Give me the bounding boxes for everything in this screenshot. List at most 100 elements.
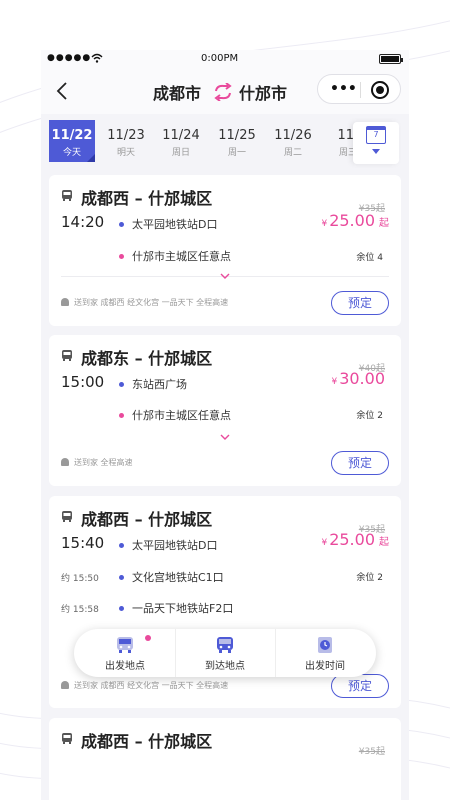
battery-icon: [379, 54, 403, 64]
date-label: 11/22: [51, 128, 93, 143]
stop-name: 什邡市主城区任意点: [132, 409, 231, 422]
date-label: 11/24: [162, 128, 200, 143]
bus-origin-icon: [117, 637, 133, 653]
departure-time: 15:00: [61, 373, 105, 391]
seats-left: 余位 2: [356, 573, 383, 583]
filter-departure-time[interactable]: 出发时间: [275, 629, 375, 677]
dropoff-dot: [119, 412, 124, 418]
trip-card[interactable]: 成都东 – 什邡城区 ¥40起 15:00 ¥30.00 东站西广场 什邡市主城…: [49, 335, 401, 486]
date-selector: 11/22 今天 11/23 明天 11/24 周日 11/25 周一 11/2…: [41, 114, 409, 166]
stop-name: 东站西广场: [132, 378, 187, 391]
weekday-label: 周日: [171, 148, 190, 158]
mini-program-capsule: •••: [317, 74, 401, 104]
filter-label: 到达地点: [205, 661, 245, 672]
bus-icon: [62, 350, 72, 361]
pickup-stop: 一品天下地铁站F2口: [119, 600, 233, 616]
departure-time: 15:40: [61, 534, 105, 552]
calendar-icon: 7: [366, 126, 386, 144]
currency-symbol: ¥: [331, 377, 338, 387]
date-tab-3[interactable]: 11/25 周一: [214, 120, 260, 162]
stop-name: 什邡市主城区任意点: [132, 250, 231, 263]
bus-icon: [62, 511, 72, 522]
seats-left: 余位 2: [356, 411, 383, 421]
trip-price: ¥25.00 起: [321, 530, 389, 549]
bell-icon: [61, 680, 69, 689]
notification-dot: [145, 635, 151, 641]
bell-icon: [61, 457, 69, 466]
pickup-dot: [119, 574, 124, 580]
signal-strength: ●●●●●: [47, 53, 92, 63]
to-city[interactable]: 什邡市: [239, 80, 287, 104]
chevron-down-icon: [372, 149, 380, 154]
bus-destination-icon: [217, 637, 233, 653]
currency-symbol: ¥: [321, 219, 328, 229]
status-time: 0:00PM: [201, 53, 239, 64]
dropoff-stop: 什邡市主城区任意点: [119, 407, 231, 423]
pickup-dot: [119, 605, 124, 611]
stop-eta: 约 15:58: [61, 605, 99, 615]
tags-text: 送到家 成都西 经文化宫 一品天下 全程高速: [74, 298, 229, 307]
book-button[interactable]: 预定: [331, 451, 389, 475]
stop-eta: 约 15:50: [61, 574, 99, 584]
filter-label: 出发时间: [305, 661, 345, 672]
date-tab-4[interactable]: 11/26 周二: [270, 120, 316, 162]
date-tab-0[interactable]: 11/22 今天: [49, 120, 95, 162]
pickup-dot: [119, 542, 124, 548]
bus-icon: [62, 733, 72, 744]
trip-route: 成都西 – 什邡城区: [81, 732, 213, 751]
price-value: 25.00: [329, 211, 375, 230]
route-title: 成都市 什邡市: [153, 80, 287, 104]
stop-name: 太平园地铁站D口: [132, 218, 218, 231]
departure-time: 14:20: [61, 213, 105, 231]
tags-text: 送到家 全程高速: [74, 458, 133, 467]
expand-chevron-icon[interactable]: [220, 434, 230, 440]
app-screen: ●●●●● 0:00PM 成都市 什邡市 ••• 11/22 今天 11/23 …: [41, 50, 409, 800]
price-suffix: 起: [379, 218, 389, 229]
trip-tags: 送到家 成都西 经文化宫 一品天下 全程高速: [61, 297, 228, 308]
book-button[interactable]: 预定: [331, 291, 389, 315]
more-dots-icon[interactable]: •••: [330, 82, 357, 96]
pickup-stop: 太平园地铁站D口: [119, 537, 217, 553]
from-city[interactable]: 成都市: [153, 80, 201, 104]
back-arrow-icon[interactable]: [53, 80, 73, 102]
pickup-dot: [119, 221, 124, 227]
expand-chevron-icon[interactable]: [220, 273, 230, 279]
clock-icon: [318, 637, 332, 653]
weekday-label: 周一: [227, 148, 246, 158]
stop-name: 文化宫地铁站C1口: [132, 571, 224, 584]
seats-left: 余位 4: [356, 253, 383, 263]
trip-tags: 送到家 全程高速: [61, 457, 133, 468]
weekday-label: 周二: [283, 148, 302, 158]
trip-price: ¥30.00: [331, 369, 385, 388]
filter-arrival-place[interactable]: 到达地点: [175, 629, 275, 677]
currency-symbol: ¥: [321, 538, 328, 548]
capsule-divider: [360, 82, 361, 98]
trip-card[interactable]: 成都西 – 什邡城区 ¥35起 14:20 ¥25.00 起 太平园地铁站D口 什…: [49, 175, 401, 326]
tags-text: 送到家 成都西 经文化宫 一品天下 全程高速: [74, 681, 229, 690]
date-label: 11/23: [107, 128, 145, 143]
filter-bar: 出发地点 到达地点 出发时间: [74, 629, 376, 677]
filter-departure-place[interactable]: 出发地点: [75, 629, 175, 677]
trip-card[interactable]: 成都西 – 什邡城区 ¥35起: [49, 718, 401, 800]
calendar-day: 7: [373, 130, 379, 139]
date-tab-2[interactable]: 11/24 周日: [158, 120, 204, 162]
bus-icon: [62, 190, 72, 201]
filter-label: 出发地点: [105, 661, 145, 672]
trip-route: 成都西 – 什邡城区: [81, 510, 213, 529]
close-target-icon[interactable]: [371, 81, 389, 99]
trip-route: 成都西 – 什邡城区: [81, 189, 213, 208]
book-button[interactable]: 预定: [331, 674, 389, 698]
dropoff-stop: 什邡市主城区任意点: [119, 248, 231, 264]
date-label: 11/26: [274, 128, 312, 143]
swap-icon[interactable]: [213, 83, 233, 101]
date-tab-1[interactable]: 11/23 明天: [103, 120, 149, 162]
dropoff-dot: [119, 253, 124, 259]
calendar-button[interactable]: 7: [353, 122, 399, 164]
pickup-dot: [119, 381, 124, 387]
pickup-stop: 太平园地铁站D口: [119, 216, 217, 232]
wifi-icon: [91, 53, 103, 63]
nav-bar: 成都市 什邡市 •••: [41, 68, 409, 114]
weekday-label: 今天: [62, 148, 81, 158]
stop-name: 一品天下地铁站F2口: [132, 602, 234, 615]
weekday-label: 明天: [116, 148, 135, 158]
